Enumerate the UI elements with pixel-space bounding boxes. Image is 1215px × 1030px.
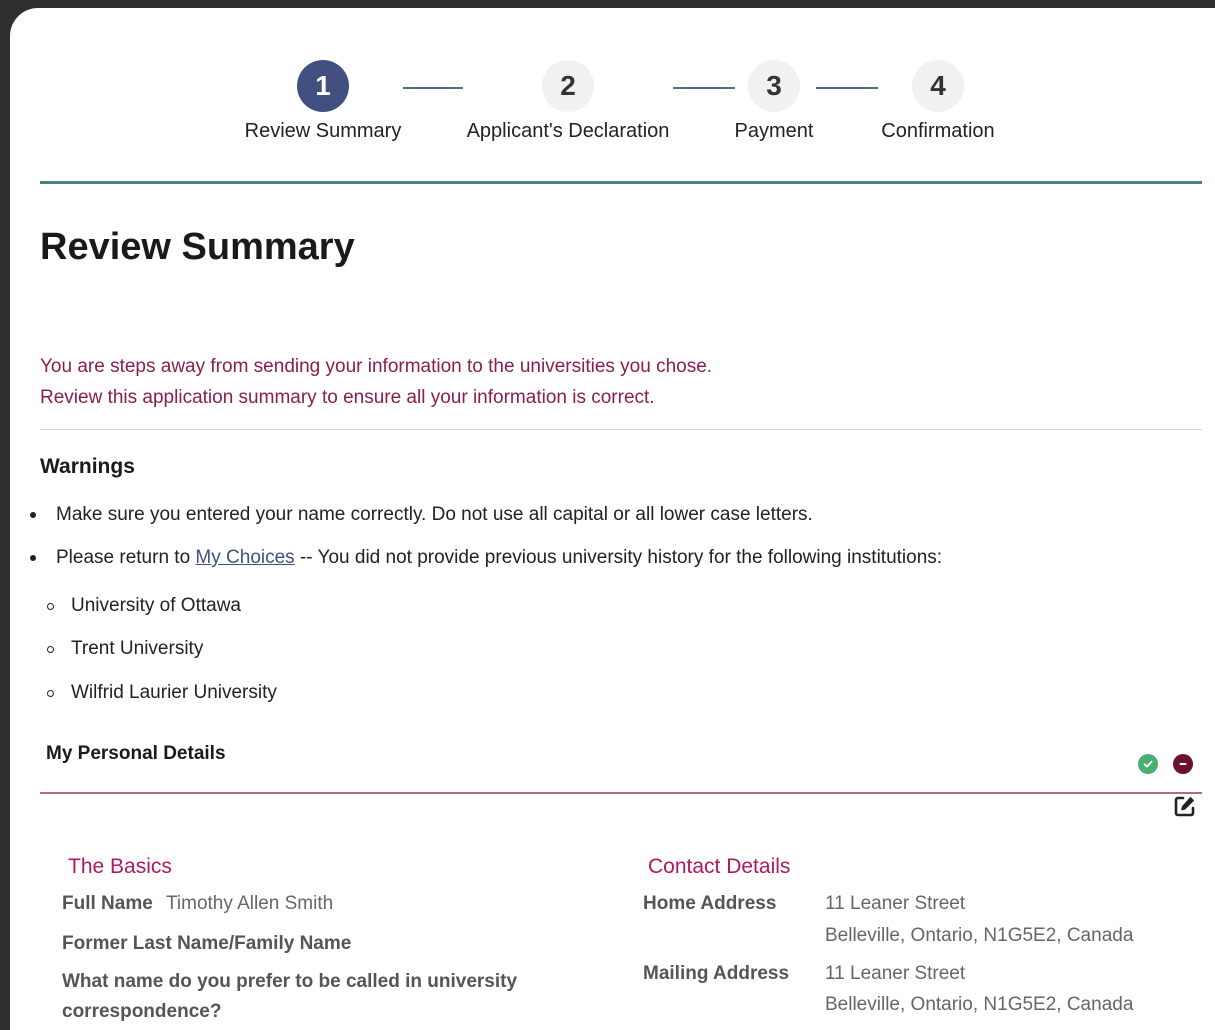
step-payment[interactable]: 3 Payment (735, 60, 813, 143)
mailing-address-label: Mailing Address (643, 963, 790, 984)
page-title: Review Summary (40, 226, 355, 268)
warning-item-name: Make sure you entered your name correctl… (30, 504, 813, 526)
personal-details-divider (40, 792, 1202, 794)
intro-line-2: Review this application summary to ensur… (40, 387, 655, 408)
step-label: Applicant's Declaration (466, 120, 670, 142)
institution-item: University of Ottawa (47, 595, 241, 617)
step-applicants-declaration[interactable]: 2 Applicant's Declaration (463, 60, 673, 143)
institution-item: Wilfrid Laurier University (47, 682, 277, 704)
step-label: Payment (734, 120, 814, 142)
contact-details-title: Contact Details (648, 855, 791, 878)
step-label: Review Summary (244, 120, 402, 142)
step-confirmation[interactable]: 4 Confirmation (878, 60, 998, 143)
institution-name: Wilfrid Laurier University (71, 682, 277, 703)
step-label: Confirmation (881, 120, 995, 142)
sub-bullet-icon (47, 602, 54, 610)
home-address-label: Home Address (643, 893, 777, 914)
step-number: 4 (912, 60, 964, 112)
edit-icon[interactable] (1173, 794, 1197, 818)
check-circle-icon (1138, 754, 1158, 774)
full-name-label: Full Name (62, 893, 153, 914)
step-number: 3 (748, 60, 800, 112)
sub-bullet-icon (47, 645, 54, 653)
former-name-label: Former Last Name/Family Name (62, 933, 352, 954)
minus-circle-icon[interactable] (1173, 754, 1193, 774)
personal-details-title: My Personal Details (46, 743, 226, 764)
bullet-icon (30, 555, 36, 561)
bullet-icon (30, 512, 36, 518)
warning-item-history: Please return to My Choices -- You did n… (30, 547, 942, 569)
preferred-name-label-line-1: What name do you prefer to be called in … (62, 971, 518, 992)
step-number: 1 (297, 60, 349, 112)
step-connector (816, 87, 878, 89)
step-connector (673, 87, 735, 89)
warnings-title: Warnings (40, 455, 135, 478)
warning-text-suffix: -- You did not provide previous universi… (294, 547, 943, 568)
warning-text: Make sure you entered your name correctl… (56, 504, 813, 525)
stepper-divider (40, 181, 1202, 184)
intro-message: You are steps away from sending your inf… (40, 351, 712, 413)
home-address-line-2: Belleville, Ontario, N1G5E2, Canada (825, 925, 1134, 946)
my-choices-link[interactable]: My Choices (195, 547, 294, 569)
home-address-line-1: 11 Leaner Street (825, 893, 966, 914)
full-name-value: Timothy Allen Smith (166, 893, 334, 914)
preferred-name-label-line-2: correspondence? (62, 1001, 222, 1022)
basics-title: The Basics (68, 855, 172, 878)
warning-text-prefix: Please return to (56, 547, 196, 568)
mailing-address-line-1: 11 Leaner Street (825, 963, 966, 984)
progress-stepper: 1 Review Summary 2 Applicant's Declarati… (10, 8, 1215, 188)
intro-line-1: You are steps away from sending your inf… (40, 356, 713, 377)
mailing-address-line-2: Belleville, Ontario, N1G5E2, Canada (825, 994, 1134, 1015)
sub-bullet-icon (47, 689, 54, 697)
institution-item: Trent University (47, 638, 203, 660)
step-number: 2 (542, 60, 594, 112)
institution-name: Trent University (71, 638, 204, 659)
step-review-summary[interactable]: 1 Review Summary (243, 60, 403, 143)
section-divider (40, 429, 1202, 430)
step-connector (403, 87, 463, 89)
application-frame: 1 Review Summary 2 Applicant's Declarati… (10, 8, 1215, 1030)
institution-name: University of Ottawa (71, 595, 241, 616)
